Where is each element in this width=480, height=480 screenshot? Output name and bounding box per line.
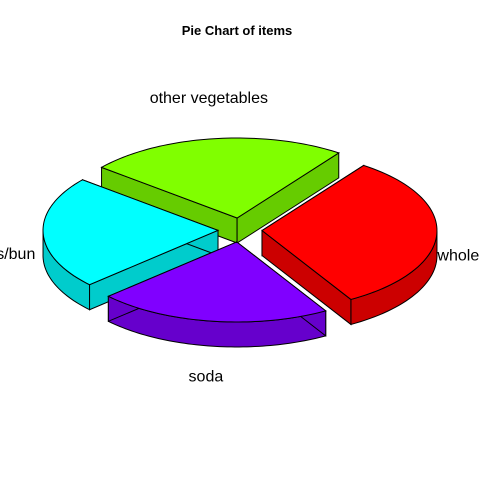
slice-label-whole-milk: whole milk xyxy=(436,248,480,265)
slice-label-soda: soda xyxy=(189,369,224,386)
slice-label-other-vegetables: other vegetables xyxy=(150,90,268,107)
chart-title: Pie Chart of items xyxy=(182,23,293,38)
pie-chart: Pie Chart of items whole milk soda rolls/b… xyxy=(0,23,480,386)
slice-label-rolls-bun: rolls/bun xyxy=(0,246,35,263)
pie-slices xyxy=(42,137,438,348)
